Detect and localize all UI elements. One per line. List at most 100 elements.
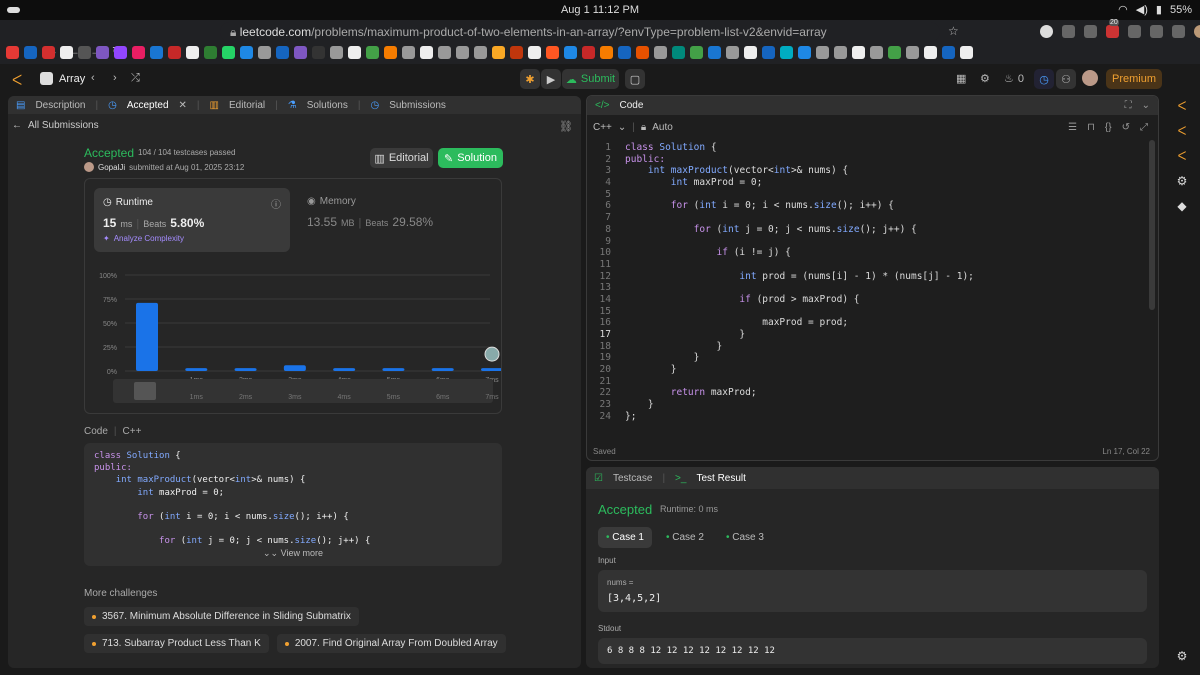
bookmark-star-icon[interactable]: ☆	[948, 24, 959, 38]
sidebar-extension-icon[interactable]: ᐸ	[1174, 149, 1190, 165]
code-line[interactable]: 2 public:	[593, 154, 974, 166]
editorial-button[interactable]: ▥ Editorial	[370, 148, 433, 168]
sidebar-extension-icon[interactable]: ◆	[1174, 199, 1190, 215]
premium-button[interactable]: Premium	[1106, 69, 1162, 89]
battery-icon[interactable]: ▮	[1156, 3, 1162, 16]
bookmark-icon[interactable]	[726, 46, 739, 59]
bookmark-icon[interactable]	[906, 46, 919, 59]
bookmark-icon[interactable]	[636, 46, 649, 59]
bookmark-icon[interactable]	[960, 46, 973, 59]
user-avatar[interactable]	[1082, 70, 1098, 86]
sidebar-extension-icon[interactable]: ⚙	[1174, 174, 1190, 190]
view-more-button[interactable]: ⌄⌄ View more	[84, 548, 502, 559]
chart-bar[interactable]	[382, 368, 405, 371]
bookmark-icon[interactable]	[762, 46, 775, 59]
code-line[interactable]: 10 if (i != j) {	[593, 247, 974, 259]
bookmark-icon[interactable]	[348, 46, 361, 59]
bookmark-icon[interactable]	[276, 46, 289, 59]
bookmark-icon[interactable]	[384, 46, 397, 59]
bookmark-icon[interactable]	[132, 46, 145, 59]
bookmark-icon[interactable]	[888, 46, 901, 59]
bookmark-icon[interactable]	[564, 46, 577, 59]
chart-bar[interactable]	[234, 368, 257, 371]
chart-bar[interactable]	[136, 302, 158, 371]
code-line[interactable]: 5	[593, 189, 974, 201]
extension-icon[interactable]	[1062, 25, 1075, 38]
volume-icon[interactable]: ◀)	[1136, 3, 1148, 16]
tab-solutions[interactable]: Solutions	[307, 100, 348, 111]
bookmark-icon[interactable]	[222, 46, 235, 59]
submitter-name[interactable]: GopalJi	[98, 163, 125, 172]
bookmark-icon[interactable]	[294, 46, 307, 59]
code-line[interactable]: 9	[593, 236, 974, 248]
navigator-handle[interactable]	[134, 382, 156, 400]
bookmark-icon[interactable]	[438, 46, 451, 59]
timer-icon[interactable]: ◷	[1034, 69, 1054, 89]
bookmark-icon[interactable]	[258, 46, 271, 59]
chart-bar[interactable]	[481, 368, 501, 371]
code-line[interactable]: 15	[593, 306, 974, 318]
tab-test-result[interactable]: Test Result	[696, 473, 745, 484]
code-line[interactable]: 18 }	[593, 341, 974, 353]
bookmark-icon[interactable]	[942, 46, 955, 59]
code-line[interactable]: 13	[593, 282, 974, 294]
bookmark-icon[interactable]	[42, 46, 55, 59]
bookmark-icon[interactable]	[582, 46, 595, 59]
streak-counter[interactable]: ♨ 0	[1004, 72, 1024, 86]
code-line[interactable]: 16 maxProd = prod;	[593, 317, 974, 329]
language-select[interactable]: C++	[593, 122, 612, 133]
extension-badge-icon[interactable]: 20	[1106, 19, 1119, 38]
code-line[interactable]: 1 class Solution {	[593, 142, 974, 154]
bookmark-icon[interactable]	[402, 46, 415, 59]
extension-icon[interactable]	[1128, 25, 1141, 38]
bookmark-icon[interactable]	[672, 46, 685, 59]
sidebar-settings-icon[interactable]: ⚙	[1174, 649, 1190, 665]
debug-icon[interactable]: ✱	[520, 69, 540, 89]
code-line[interactable]: 12 int prod = (nums[i] - 1) * (nums[j] -…	[593, 271, 974, 283]
code-line[interactable]: 20 }	[593, 364, 974, 376]
challenge-chip[interactable]: 713. Subarray Product Less Than K	[84, 634, 269, 653]
code-line[interactable]: 7	[593, 212, 974, 224]
bookmark-icon[interactable]	[186, 46, 199, 59]
tab-editorial[interactable]: Editorial	[229, 100, 265, 111]
collapse-icon[interactable]: ⌄	[1142, 100, 1150, 111]
settings-icon[interactable]: ⚙	[980, 72, 990, 85]
format-icon[interactable]: ☰	[1068, 122, 1077, 133]
code-line[interactable]: 3 int maxProduct(vector<int>& nums) {	[593, 165, 974, 177]
bookmark-icon[interactable]	[456, 46, 469, 59]
bookmark-icon[interactable]	[744, 46, 757, 59]
tab-accepted[interactable]: Accepted	[127, 100, 169, 111]
bookmark-icon[interactable]	[150, 46, 163, 59]
code-editor[interactable]: 1 class Solution {2 public: 3 int maxProduc…	[593, 142, 974, 423]
code-line[interactable]: 24};	[593, 411, 974, 423]
challenge-chip[interactable]: 3567. Minimum Absolute Difference in Sli…	[84, 607, 359, 626]
bookmark-icon[interactable]	[60, 46, 73, 59]
chart-bar[interactable]	[333, 368, 356, 371]
bookmark-icon[interactable]	[528, 46, 541, 59]
tab-testcase[interactable]: Testcase	[613, 473, 652, 484]
share-link-icon[interactable]: ⛓	[559, 120, 573, 133]
bookmark-icon[interactable]	[816, 46, 829, 59]
notes-icon[interactable]: ▢	[625, 69, 645, 89]
wifi-icon[interactable]: ◠	[1118, 3, 1128, 16]
bookmark-icon[interactable]	[510, 46, 523, 59]
mode-label[interactable]: Auto	[652, 122, 673, 133]
case-2-tab[interactable]: • Case 2	[658, 527, 712, 548]
submit-button[interactable]: ☁ Submit	[562, 69, 619, 89]
bookmark-icon[interactable]	[798, 46, 811, 59]
code-line[interactable]: 22 return maxProd;	[593, 387, 974, 399]
bookmark-icon[interactable]	[546, 46, 559, 59]
bookmark-icon[interactable]	[420, 46, 433, 59]
bookmark-icon[interactable]	[240, 46, 253, 59]
bookmark-icon[interactable]	[78, 46, 91, 59]
code-line[interactable]: 8 for (int j = 0; j < nums.size(); j++) …	[593, 224, 974, 236]
bookmark-icon[interactable]	[834, 46, 847, 59]
bookmark-icon[interactable]	[492, 46, 505, 59]
bookmark-icon[interactable]	[708, 46, 721, 59]
braces-icon[interactable]: {}	[1105, 122, 1112, 133]
bookmark-icon[interactable]	[690, 46, 703, 59]
code-line[interactable]: 19 }	[593, 352, 974, 364]
code-line[interactable]: 14 if (prod > maxProd) {	[593, 294, 974, 306]
chart-bar[interactable]	[283, 365, 306, 371]
bookmark-icon[interactable]	[852, 46, 865, 59]
